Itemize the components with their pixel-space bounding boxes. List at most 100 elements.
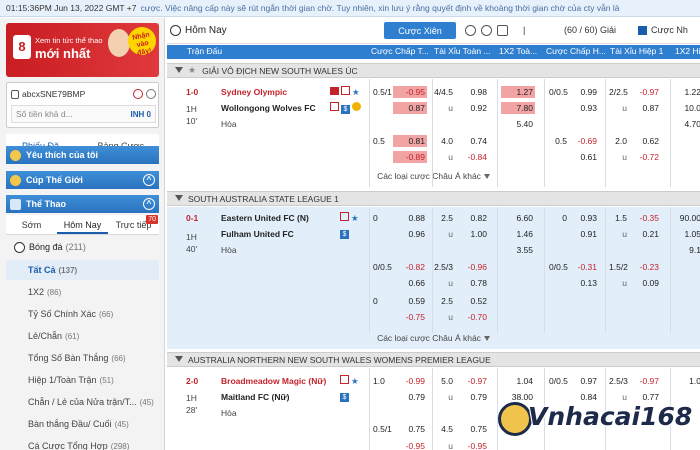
- league-header[interactable]: AUSTRALIA NORTHERN NEW SOUTH WALES WOMEN…: [167, 352, 700, 367]
- refresh-icon[interactable]: [465, 25, 476, 36]
- line-value[interactable]: -0.69: [571, 135, 599, 147]
- star-icon[interactable]: ★: [351, 213, 359, 223]
- menu-item[interactable]: 1X2 (86): [6, 282, 159, 302]
- sport-football[interactable]: Bóng đá (211): [6, 238, 159, 256]
- odds-value[interactable]: 1.22: [673, 86, 700, 98]
- odds-value[interactable]: 1.05: [673, 228, 700, 240]
- menu-item[interactable]: Tỷ Số Chính Xác (66): [6, 304, 159, 324]
- odds-value[interactable]: 0.59: [393, 295, 427, 307]
- collapse-icon[interactable]: ^: [143, 198, 155, 210]
- odds-value[interactable]: 90.00: [673, 212, 700, 224]
- away-team[interactable]: Fulham United FC: [221, 229, 294, 239]
- menu-item[interactable]: Chẵn / Lẻ của Nửa trận/T... (45): [6, 392, 159, 412]
- odds-value[interactable]: 1.46: [501, 228, 535, 240]
- cashout-icon[interactable]: $: [341, 105, 350, 114]
- more-bets-link[interactable]: Các loại cược Châu Á khác: [167, 333, 700, 348]
- parlay-button[interactable]: Cược Xiên: [384, 22, 456, 39]
- odds-value[interactable]: 0.52: [457, 295, 489, 307]
- home-team[interactable]: Sydney Olympic: [221, 87, 287, 97]
- league-count[interactable]: (60 / 60) Giải: [564, 25, 616, 35]
- quick-bet-checkbox[interactable]: [638, 26, 647, 35]
- settings-icon[interactable]: [481, 25, 492, 36]
- menu-item[interactable]: Tổng Số Bàn Thắng (66): [6, 348, 159, 368]
- line-value[interactable]: 0.13: [571, 277, 599, 289]
- tab-early[interactable]: Sớm: [6, 215, 57, 234]
- more-bets-link[interactable]: Các loại cược Châu Á khác: [167, 171, 700, 186]
- odds-value[interactable]: 0.88: [393, 212, 427, 224]
- odds-value[interactable]: -0.95: [457, 440, 489, 450]
- odds-value[interactable]: 0.75: [457, 423, 489, 435]
- odds-value[interactable]: 1.00: [457, 228, 489, 240]
- line-value[interactable]: 0.87: [633, 102, 661, 114]
- odds-value[interactable]: 0.98: [457, 86, 489, 98]
- odds-value[interactable]: 0.87: [393, 102, 427, 114]
- line-value[interactable]: 0.21: [633, 228, 661, 240]
- menu-item[interactable]: Tất Cả (137): [6, 260, 159, 280]
- odds-value[interactable]: 9.1: [673, 244, 700, 256]
- coin-icon[interactable]: [352, 102, 361, 111]
- odds-value[interactable]: -0.96: [457, 261, 489, 273]
- chevron-down-icon[interactable]: [146, 89, 156, 99]
- line-value[interactable]: 0.91: [571, 228, 599, 240]
- tab-live[interactable]: Trực tiếp 70: [108, 215, 159, 234]
- menu-item[interactable]: Lẻ/Chẵn (61): [6, 326, 159, 346]
- odds-value[interactable]: 6.60: [501, 212, 535, 224]
- line-value[interactable]: 0.99: [571, 86, 599, 98]
- collapse-arrow-icon[interactable]: [175, 355, 183, 364]
- collapse-icon[interactable]: ^: [143, 174, 155, 186]
- line-value[interactable]: -0.23: [633, 261, 661, 273]
- line-value[interactable]: -0.72: [633, 151, 661, 163]
- star-icon[interactable]: ★: [352, 87, 360, 97]
- stats-icon[interactable]: [330, 102, 339, 111]
- line-value[interactable]: -0.97: [633, 375, 661, 387]
- odds-value[interactable]: -0.97: [457, 375, 489, 387]
- line-value[interactable]: -0.35: [633, 212, 661, 224]
- odds-value[interactable]: 0.81: [393, 135, 427, 147]
- odds-value[interactable]: 38.00: [501, 391, 535, 403]
- line-value[interactable]: 0.61: [571, 151, 599, 163]
- odds-value[interactable]: -0.99: [393, 375, 427, 387]
- line-value[interactable]: 0.77: [633, 391, 661, 403]
- odds-value[interactable]: -0.89: [393, 151, 427, 163]
- star-icon[interactable]: ★: [351, 376, 359, 386]
- away-team[interactable]: Maitland FC (Nữ): [221, 392, 289, 402]
- line-value[interactable]: -0.97: [633, 86, 661, 98]
- line-value[interactable]: 0.93: [571, 102, 599, 114]
- line-value[interactable]: 0.84: [571, 391, 599, 403]
- sports-bar[interactable]: Thể Thao ^: [6, 195, 159, 213]
- announcement-marquee[interactable]: cược. Việc nâng cấp này sẽ rút ngắn thời…: [141, 3, 620, 13]
- odds-value[interactable]: 0.79: [457, 391, 489, 403]
- stats-icon[interactable]: [340, 375, 349, 384]
- favorites-bar[interactable]: Yêu thích của tôi: [6, 146, 159, 164]
- odds-value[interactable]: 0.96: [393, 228, 427, 240]
- odds-value[interactable]: 0.78: [457, 277, 489, 289]
- league-header[interactable]: ★ GIẢI VÔ ĐỊCH NEW SOUTH WALES ÚC: [167, 63, 700, 78]
- filter-icon[interactable]: [497, 25, 508, 36]
- menu-item[interactable]: Hiệp 1/Toàn Trận (51): [6, 370, 159, 390]
- odds-value[interactable]: 0.82: [457, 212, 489, 224]
- tab-today[interactable]: Hôm Nay: [57, 215, 108, 234]
- odds-value[interactable]: -0.70: [457, 311, 489, 323]
- odds-value[interactable]: 0.79: [393, 391, 427, 403]
- line-value[interactable]: 0.62: [633, 135, 661, 147]
- odds-value[interactable]: -0.95: [393, 440, 427, 450]
- stats-icon[interactable]: [341, 86, 350, 95]
- menu-item[interactable]: Bàn thắng Đầu/ Cuối (45): [6, 414, 159, 434]
- line-value[interactable]: 0.97: [571, 375, 599, 387]
- news-banner[interactable]: 8 Xem tin tức thể thao mới nhất Nhận vào…: [6, 23, 159, 77]
- odds-value[interactable]: -0.82: [393, 261, 427, 273]
- odds-value[interactable]: 7.80: [501, 102, 535, 114]
- away-team[interactable]: Wollongong Wolves FC: [221, 103, 316, 113]
- odds-value[interactable]: 5.40: [501, 118, 535, 130]
- world-cup-bar[interactable]: Cúp Thế Giới ^: [6, 171, 159, 189]
- line-value[interactable]: 0.93: [571, 212, 599, 224]
- odds-value[interactable]: 0.75: [393, 423, 427, 435]
- odds-value[interactable]: -0.95: [393, 86, 427, 98]
- collapse-arrow-icon[interactable]: [175, 194, 183, 203]
- odds-value[interactable]: -0.84: [457, 151, 489, 163]
- cashout-icon[interactable]: $: [340, 230, 349, 239]
- stats-icon[interactable]: [340, 212, 349, 221]
- odds-value[interactable]: 0.92: [457, 102, 489, 114]
- odds-value[interactable]: -0.75: [393, 311, 427, 323]
- odds-value[interactable]: 4.70: [673, 118, 700, 130]
